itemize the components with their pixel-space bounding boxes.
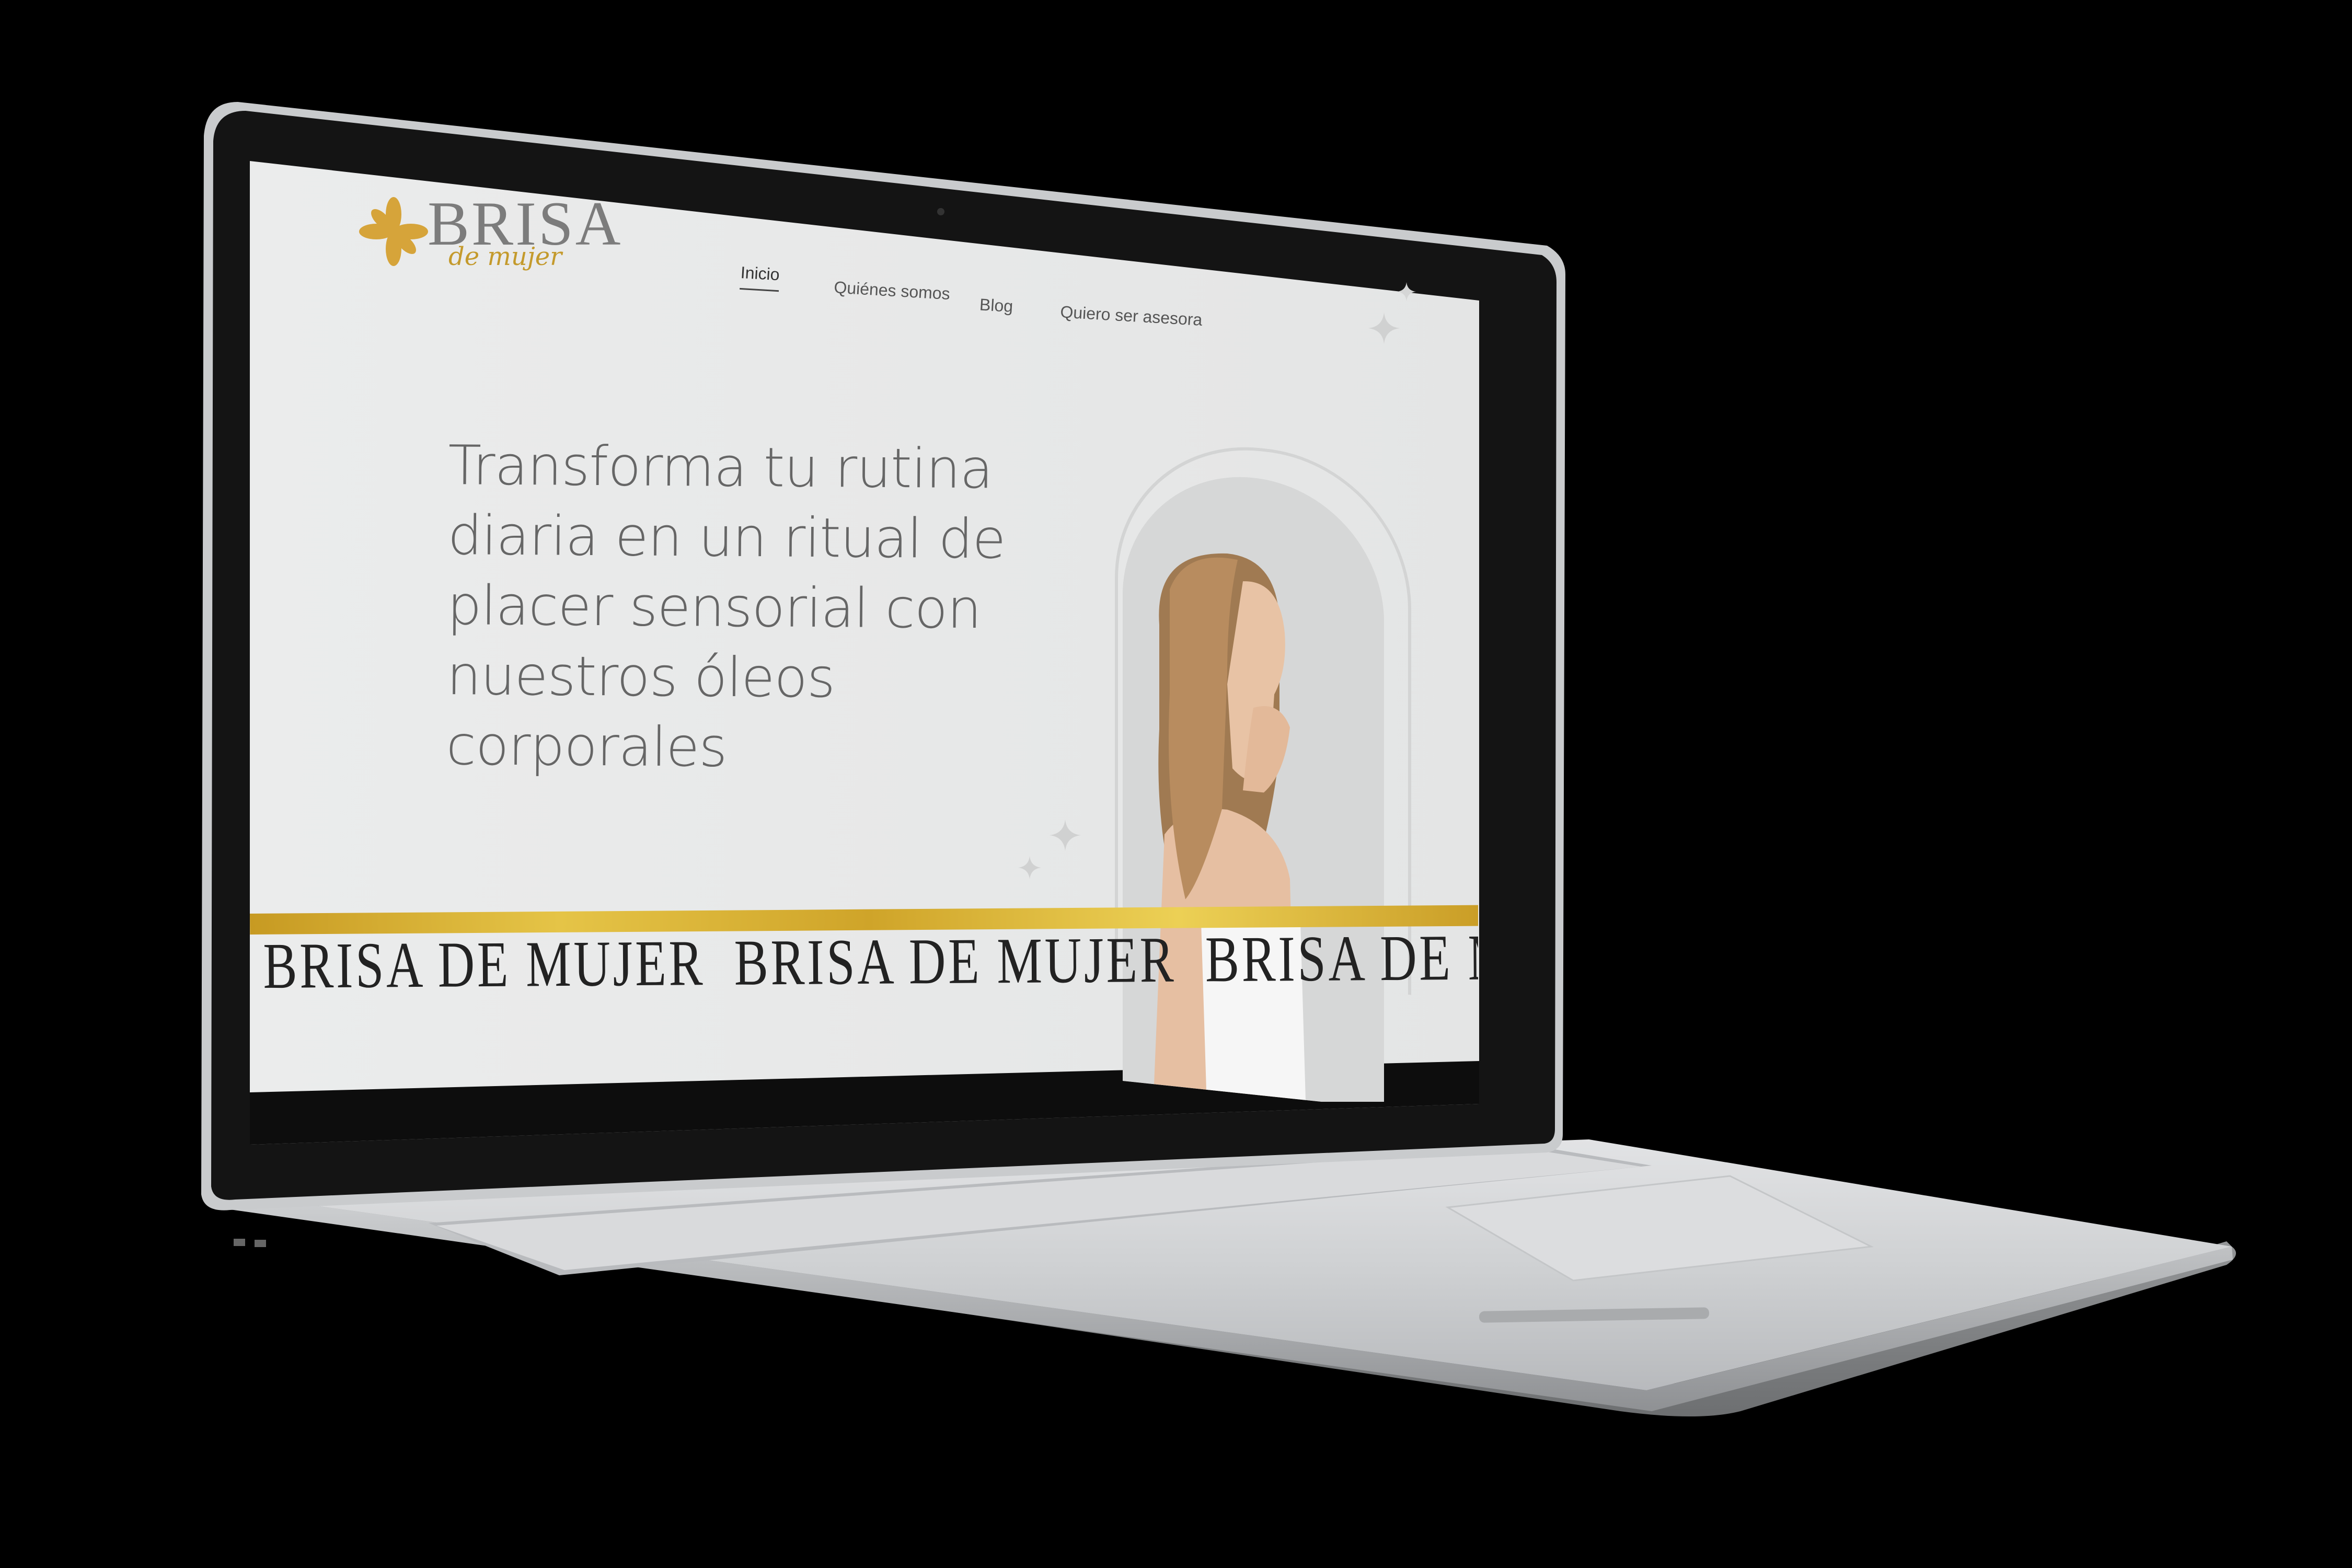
sparkle-icon xyxy=(1397,282,1416,301)
sparkle-icon xyxy=(1050,820,1081,851)
marquee-text: BRISA DE MUJER xyxy=(1205,920,1478,996)
website-screen: BRISA de mujer Inicio Quiénes somos Blog… xyxy=(250,161,1478,1102)
hero-line: Transforma tu rutina xyxy=(448,433,993,501)
marquee-text: BRISA DE MUJER xyxy=(263,927,706,1002)
nav-blog[interactable]: Blog xyxy=(979,295,1013,316)
flower-logo-icon xyxy=(359,197,428,266)
marquee-text: BRISA DE MUJER xyxy=(734,924,1177,999)
brand-script: de mujer xyxy=(448,242,562,271)
sparkle-icon xyxy=(1368,313,1400,344)
hero-line: diaria en un ritual de xyxy=(447,503,1006,571)
hero-line: corporales xyxy=(446,713,727,779)
main-nav: Inicio Quiénes somos Blog Quiero ser ase… xyxy=(736,263,1203,372)
brand-marquee: BRISA DE MUJER BRISA DE MUJER BRISA DE M… xyxy=(263,919,1478,1004)
nav-inicio[interactable]: Inicio xyxy=(740,263,780,284)
brand-logo[interactable]: BRISA de mujer xyxy=(354,192,622,271)
nav-quiero-ser-asesora[interactable]: Quiero ser asesora xyxy=(1060,302,1203,330)
laptop-mockup: BRISA de mujer Inicio Quiénes somos Blog… xyxy=(0,0,2352,1568)
hero-image xyxy=(1123,464,1384,1102)
hero-heading: Transforma tu rutina diaria en un ritual… xyxy=(446,430,1055,785)
hero-line: placer sensorial con xyxy=(447,573,982,641)
hero-line: nuestros óleos xyxy=(446,643,835,710)
woman-portrait-image xyxy=(1123,464,1384,1102)
sparkle-icon xyxy=(1018,856,1041,879)
hero-text: Transforma tu rutina diaria en un ritual… xyxy=(446,430,1055,785)
nav-quienes-somos[interactable]: Quiénes somos xyxy=(834,278,951,304)
